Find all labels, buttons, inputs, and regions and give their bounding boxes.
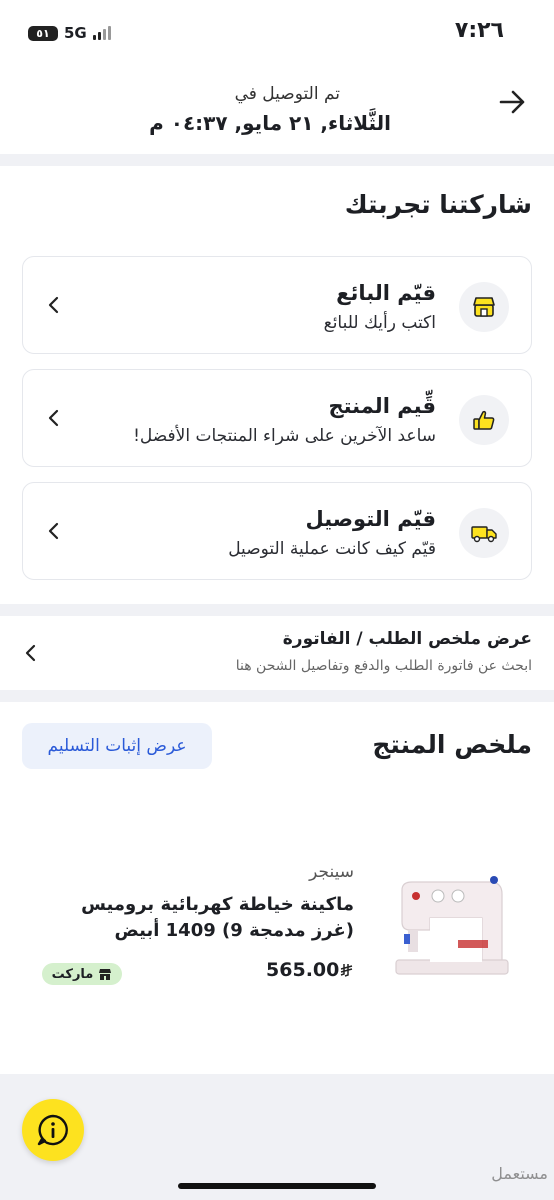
experience-title: شاركتنا تجربتك <box>344 190 532 219</box>
delivered-label: تم التوصيل في <box>234 84 340 104</box>
order-header: تم التوصيل في الثَّلاثاء, ٢١ مايو, ٠٤:٣٧… <box>0 64 554 154</box>
rate-delivery-subtitle: قيّم كيف كانت عملية التوصيل <box>228 539 436 559</box>
battery-icon: ٥١ <box>28 25 58 41</box>
chevron-left-icon <box>25 644 36 662</box>
watermark: مستعمل <box>491 1164 548 1183</box>
store-icon <box>459 282 509 332</box>
status-time: ٧:٢٦ <box>454 18 504 43</box>
rate-product-title: قِّيم المنتج <box>328 394 436 418</box>
info-icon <box>37 1114 68 1146</box>
rate-seller-subtitle: اكتب رأيك للبائع <box>323 313 436 333</box>
status-indicators: ٥١ 5G <box>28 24 111 42</box>
proof-of-delivery-button[interactable]: عرض إثبات التسليم <box>22 723 212 769</box>
market-badge: ماركت <box>42 963 122 985</box>
home-indicator <box>178 1183 376 1189</box>
back-arrow-icon[interactable] <box>498 88 526 116</box>
rate-delivery-title: قيّم التوصيل <box>305 507 436 531</box>
delivered-date: الثَّلاثاء, ٢١ مايو, ٠٤:٣٧ م <box>149 111 391 135</box>
rate-delivery-card[interactable]: قيّم التوصيل قيّم كيف كانت عملية التوصيل <box>22 482 532 580</box>
rate-product-subtitle: ساعد الآخرين على شراء المنتجات الأفضل! <box>133 426 436 446</box>
shop-icon <box>99 968 112 980</box>
invoice-row[interactable]: عرض ملخص الطلب / الفاتورة ابحث عن فاتورة… <box>0 616 554 690</box>
chevron-left-icon <box>48 296 59 314</box>
info-button[interactable] <box>22 1099 84 1161</box>
product-summary-section: ملخص المنتج عرض إثبات التسليم سينجر ماكي… <box>0 702 554 1074</box>
network-label: 5G <box>64 24 87 42</box>
signal-icon <box>92 26 111 40</box>
invoice-title: عرض ملخص الطلب / الفاتورة <box>282 629 532 649</box>
market-badge-label: ماركت <box>51 966 94 982</box>
product-price: 565.00 <box>266 959 354 981</box>
status-bar: ٧:٢٦ ٥١ 5G <box>0 0 554 64</box>
rate-seller-card[interactable]: قيّم البائع اكتب رأيك للبائع <box>22 256 532 354</box>
experience-section: شاركتنا تجربتك قيّم البائع اكتب رأيك للب… <box>0 166 554 604</box>
thumbs-up-icon <box>459 395 509 445</box>
product-name[interactable]: ماكينة خياطة كهربائية بروميس (غرز مدمجة … <box>34 892 354 944</box>
riyal-currency-icon <box>340 964 353 977</box>
invoice-subtitle: ابحث عن فاتورة الطلب والدفع وتفاصيل الشح… <box>235 658 532 674</box>
summary-title: ملخص المنتج <box>372 730 532 759</box>
product-brand: سينجر <box>309 862 354 882</box>
delivery-truck-icon <box>459 508 509 558</box>
price-value: 565.00 <box>266 959 340 981</box>
rate-seller-title: قيّم البائع <box>336 281 436 305</box>
sewing-machine-image[interactable] <box>386 870 516 984</box>
rate-product-card[interactable]: قِّيم المنتج ساعد الآخرين على شراء المنت… <box>22 369 532 467</box>
chevron-left-icon <box>48 522 59 540</box>
chevron-left-icon <box>48 409 59 427</box>
